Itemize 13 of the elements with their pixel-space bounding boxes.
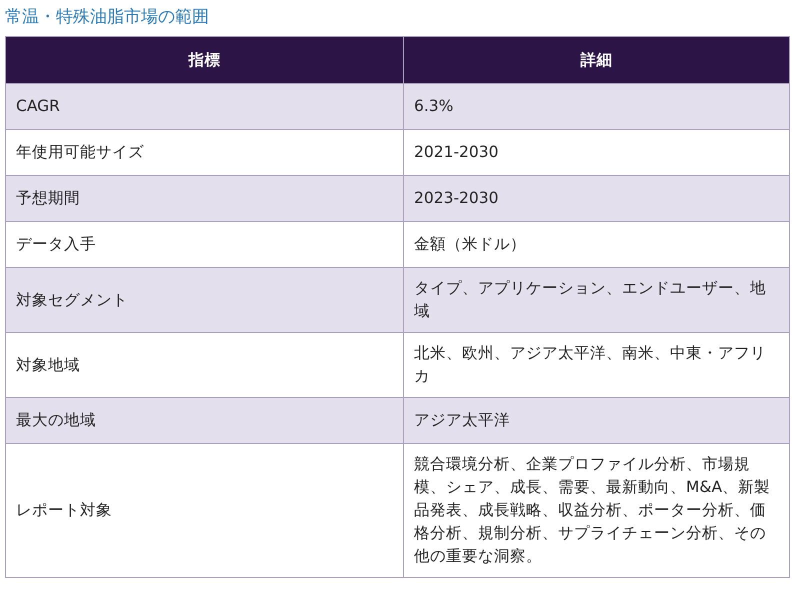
- column-header: 詳細: [404, 36, 790, 84]
- table-cell: CAGR: [6, 84, 404, 130]
- table-cell: レポート対象: [6, 444, 404, 578]
- table-cell: アジア太平洋: [404, 398, 790, 444]
- column-header: 指標: [6, 36, 404, 84]
- table-cell: 競合環境分析、企業プロファイル分析、市場規模、シェア、成長、需要、最新動向、M&A、新製品発表、成長戦略、収益分析、ポーター分析、価格分析、規制分析、サプライチェーン分析、その他の重要な洞察。: [404, 444, 790, 578]
- table-cell: 2023-2030: [404, 176, 790, 222]
- table-cell: 予想期間: [6, 176, 404, 222]
- table-cell: タイプ、アプリケーション、エンドユーザー、地域: [404, 268, 790, 332]
- table-cell: 最大の地域: [6, 398, 404, 444]
- section-title: 常温・特殊油脂市場の範囲: [5, 6, 209, 28]
- table-cell: 対象セグメント: [6, 268, 404, 332]
- table-cell: 6.3%: [404, 84, 790, 130]
